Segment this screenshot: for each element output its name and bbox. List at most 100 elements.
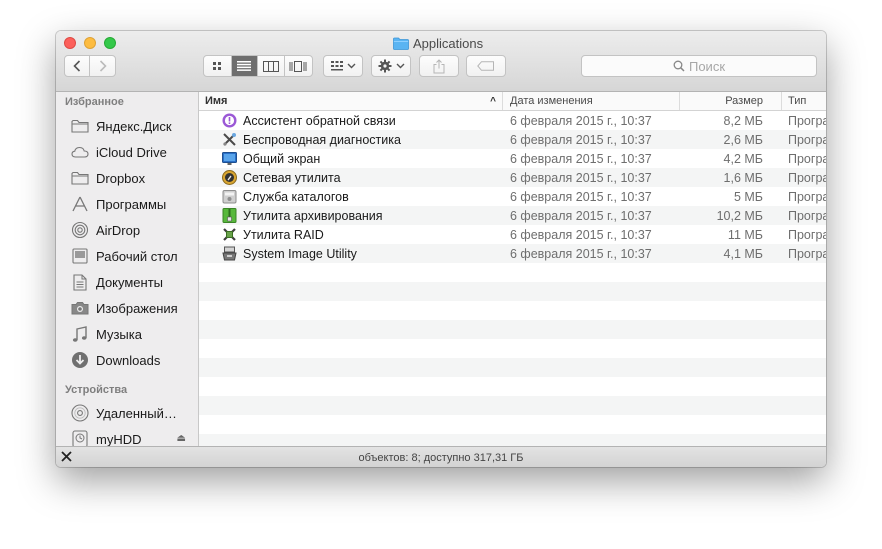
arrange-button[interactable]	[323, 55, 363, 77]
eject-icon[interactable]: ⏏	[177, 433, 186, 444]
fullscreen-window-button[interactable]	[104, 37, 116, 49]
forward-button[interactable]	[90, 56, 115, 76]
sidebar-item-label: Удаленный…	[96, 405, 177, 421]
chevron-left-icon	[73, 60, 81, 72]
column-header-label: Размер	[725, 95, 763, 107]
sidebar-item-label: Рабочий стол	[96, 248, 178, 264]
empty-row	[199, 415, 826, 434]
sidebar-item-yandex-disk[interactable]: Яндекс.Диск	[70, 116, 196, 136]
modified-date: 6 февраля 2015 г., 10:37	[510, 246, 652, 261]
wireless-diagnostics-icon	[222, 132, 237, 147]
sidebar-item-icloud-drive[interactable]: iCloud Drive	[70, 142, 196, 162]
column-view-icon	[262, 60, 279, 72]
file-name-cell: Общий экран	[222, 149, 320, 168]
cloud-icon	[70, 143, 90, 161]
sidebar-item-label: Изображения	[96, 300, 178, 316]
modified-date: 6 февраля 2015 г., 10:37	[510, 189, 652, 204]
sidebar-item-downloads[interactable]: Downloads	[70, 350, 196, 370]
minimize-window-button[interactable]	[84, 37, 96, 49]
action-button[interactable]	[371, 55, 411, 77]
column-view-button[interactable]	[258, 56, 285, 76]
desktop-icon	[70, 247, 90, 265]
sidebar-item-applications[interactable]: Программы	[70, 194, 196, 214]
chevron-down-icon	[347, 63, 355, 69]
share-button[interactable]	[419, 55, 459, 77]
file-name: Сетевая утилита	[243, 170, 341, 185]
hide-toolbar-icon[interactable]	[61, 450, 72, 465]
table-row[interactable]: Беспроводная диагностика 6 февраля 2015 …	[199, 130, 826, 149]
table-row[interactable]: Служба каталогов 6 февраля 2015 г., 10:3…	[199, 187, 826, 206]
sidebar-item-label: Программы	[96, 196, 167, 212]
close-window-button[interactable]	[64, 37, 76, 49]
list-view-button[interactable]	[231, 56, 259, 76]
table-row[interactable]: Утилита RAID 6 февраля 2015 г., 10:37 11…	[199, 225, 826, 244]
empty-row	[199, 396, 826, 415]
modified-date: 6 февраля 2015 г., 10:37	[510, 170, 652, 185]
sort-ascending-icon: ^	[490, 95, 496, 107]
window-title: Applications	[393, 35, 483, 51]
file-name-cell: Беспроводная диагностика	[222, 130, 401, 149]
file-kind: Програ	[788, 227, 826, 242]
file-name: Утилита RAID	[243, 227, 324, 242]
column-header-label: Дата изменения	[510, 95, 593, 107]
file-name: System Image Utility	[243, 246, 357, 261]
sidebar: Избранное Яндекс.Диск iCloud Drive Dropb…	[56, 92, 199, 446]
column-header-label: Имя	[205, 95, 228, 107]
table-row[interactable]: Ассистент обратной связи 6 февраля 2015 …	[199, 111, 826, 130]
network-utility-icon	[222, 170, 237, 185]
raid-utility-icon	[222, 227, 237, 242]
file-kind: Програ	[788, 132, 826, 147]
icon-view-icon	[213, 62, 222, 70]
icon-view-button[interactable]	[204, 56, 232, 76]
file-kind: Програ	[788, 113, 826, 128]
sidebar-item-desktop[interactable]: Рабочий стол	[70, 246, 196, 266]
file-size: 11 МБ	[727, 227, 763, 242]
file-name-cell: Утилита архивирования	[222, 206, 383, 225]
column-header-type[interactable]: Тип	[782, 92, 826, 110]
time-machine-icon	[70, 430, 90, 446]
file-name: Общий экран	[243, 151, 321, 166]
empty-row	[199, 358, 826, 377]
sidebar-item-airdrop[interactable]: AirDrop	[70, 220, 196, 240]
sidebar-item-documents[interactable]: Документы	[70, 272, 196, 292]
file-kind: Програ	[788, 189, 826, 204]
column-header-size[interactable]: Размер	[680, 92, 782, 110]
file-name: Ассистент обратной связи	[243, 113, 396, 128]
sidebar-item-remote-disc[interactable]: Удаленный…	[70, 403, 196, 423]
table-row[interactable]: Утилита архивирования 6 февраля 2015 г.,…	[199, 206, 826, 225]
file-size: 4,1 МБ	[723, 246, 763, 261]
column-header-date[interactable]: Дата изменения	[503, 92, 680, 110]
file-name-cell: Сетевая утилита	[222, 168, 341, 187]
coverflow-view-button[interactable]	[285, 56, 312, 76]
airdrop-icon	[70, 221, 90, 239]
sidebar-item-dropbox[interactable]: Dropbox	[70, 168, 196, 188]
file-kind: Програ	[788, 151, 826, 166]
screen-sharing-icon	[222, 151, 237, 166]
search-field[interactable]: Поиск	[581, 55, 817, 77]
gear-icon	[378, 59, 391, 73]
table-row[interactable]: Сетевая утилита 6 февраля 2015 г., 10:37…	[199, 168, 826, 187]
archive-utility-icon	[222, 208, 237, 223]
tags-button[interactable]	[466, 55, 506, 77]
table-row[interactable]: System Image Utility 6 февраля 2015 г., …	[199, 244, 826, 263]
empty-row	[199, 434, 826, 446]
empty-row	[199, 377, 826, 396]
table-row[interactable]: Общий экран 6 февраля 2015 г., 10:37 4,2…	[199, 149, 826, 168]
arrange-grid-icon	[330, 61, 343, 71]
music-icon	[70, 325, 90, 343]
file-name-cell: Служба каталогов	[222, 187, 349, 206]
camera-icon	[70, 299, 90, 317]
file-size: 1,6 МБ	[723, 170, 763, 185]
empty-row	[199, 339, 826, 358]
folder-icon	[393, 37, 409, 50]
sidebar-item-music[interactable]: Музыка	[70, 324, 196, 344]
share-icon	[433, 58, 445, 73]
back-button[interactable]	[65, 56, 91, 76]
file-name-cell: Утилита RAID	[222, 225, 324, 244]
file-size: 5 МБ	[733, 189, 763, 204]
empty-row	[199, 263, 826, 282]
file-name: Беспроводная диагностика	[243, 132, 401, 147]
column-header-name[interactable]: Имя ^	[199, 92, 503, 110]
sidebar-item-pictures[interactable]: Изображения	[70, 298, 196, 318]
status-bar: объектов: 8; доступно 317,31 ГБ	[56, 446, 826, 467]
